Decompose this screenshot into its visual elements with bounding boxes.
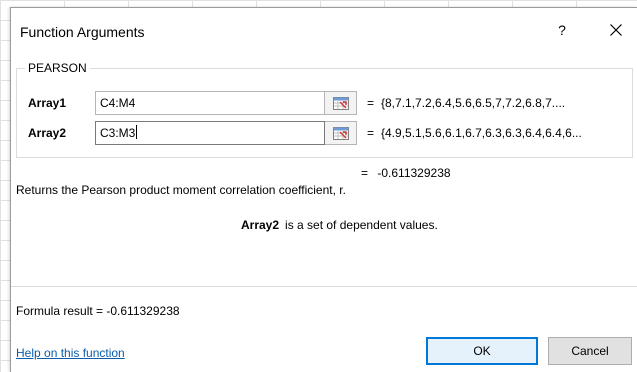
function-group-box: PEARSON Array1 C4:M4 = {8,7.1,7.2,6.4,5.… <box>16 61 634 158</box>
function-arguments-dialog: Function Arguments ? PEARSON Array1 C4:M… <box>10 7 637 372</box>
array2-equals: = <box>367 126 375 140</box>
collapse-dialog-icon <box>333 97 349 110</box>
collapse-dialog-icon <box>333 127 349 140</box>
array2-label: Array2 <box>28 126 67 140</box>
text-caret <box>136 125 138 139</box>
array2-input[interactable]: C3:M3 <box>95 121 325 145</box>
function-description: Returns the Pearson product moment corre… <box>16 183 346 197</box>
result-equals: = <box>361 166 369 180</box>
dialog-title: Function Arguments <box>20 24 145 40</box>
close-button[interactable] <box>601 16 631 42</box>
argument-description-name: Array2 <box>241 218 280 232</box>
array2-input-value: C3:M3 <box>100 126 136 140</box>
array2-collapse-button[interactable] <box>325 121 357 145</box>
cancel-button[interactable]: Cancel <box>548 337 632 365</box>
function-name-label: PEARSON <box>25 61 90 75</box>
title-bar: Function Arguments ? <box>11 8 637 53</box>
separator <box>11 286 637 287</box>
array1-collapse-button[interactable] <box>325 91 357 115</box>
array1-preview: {8,7.1,7.2,6.4,5.6,6.5,7,7.2,6.8,7.... <box>381 96 566 110</box>
ok-button[interactable]: OK <box>426 337 538 365</box>
result-value: -0.611329238 <box>377 166 451 180</box>
array1-input-value: C4:M4 <box>100 96 136 110</box>
formula-result: Formula result = -0.611329238 <box>16 304 180 318</box>
argument-description: Array2 is a set of dependent values. <box>241 218 438 232</box>
array2-preview: {4.9,5.1,5.6,6.1,6.7,6.3,6.3,6.4,6.4,6..… <box>381 126 582 140</box>
function-result-line: = -0.611329238 <box>361 166 451 180</box>
array1-input[interactable]: C4:M4 <box>95 91 325 115</box>
help-on-function-link[interactable]: Help on this function <box>16 346 125 360</box>
close-icon <box>610 23 622 36</box>
help-button[interactable]: ? <box>547 18 577 42</box>
argument-row-array1: Array1 C4:M4 = {8,7.1,7.2,6.4,5.6,6.5,7,… <box>17 91 634 115</box>
argument-description-text: is a set of dependent values. <box>285 218 438 232</box>
argument-row-array2: Array2 C3:M3 = {4.9,5.1,5.6,6.1,6.7,6.3,… <box>17 121 634 145</box>
array1-label: Array1 <box>28 96 67 110</box>
array1-equals: = <box>367 96 375 110</box>
